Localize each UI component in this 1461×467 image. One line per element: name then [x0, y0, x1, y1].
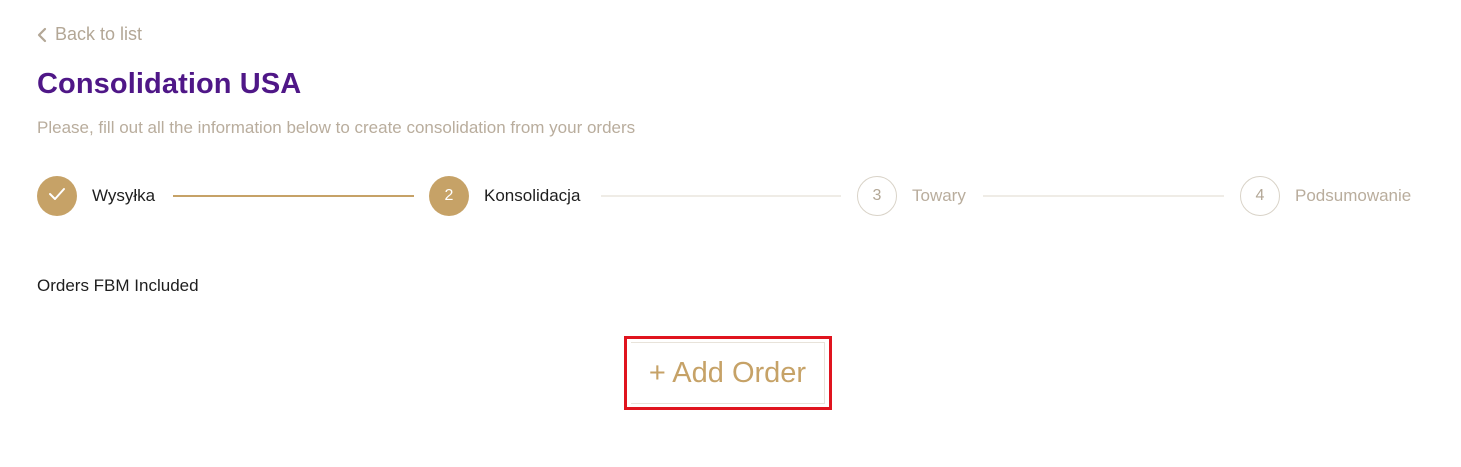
step-label-4: Podsumowanie: [1295, 186, 1412, 205]
orders-section-label: Orders FBM Included: [37, 276, 199, 295]
chevron-left-icon: [37, 27, 47, 43]
step-connector-2: [601, 195, 841, 197]
step-towary[interactable]: 3 Towary: [857, 176, 966, 216]
add-order-highlight: + Add Order: [624, 336, 832, 410]
step-connector-3: [983, 195, 1224, 197]
back-to-list-link[interactable]: Back to list: [37, 24, 142, 45]
step-podsumowanie[interactable]: 4 Podsumowanie: [1240, 176, 1411, 216]
step-konsolidacja[interactable]: 2 Konsolidacja: [429, 176, 580, 216]
step-circle-1: [37, 176, 77, 216]
page-subtitle: Please, fill out all the information bel…: [37, 118, 636, 137]
back-to-list-label: Back to list: [55, 24, 143, 44]
check-icon: [48, 187, 66, 206]
step-circle-3: 3: [857, 176, 897, 216]
step-connector-1: [173, 195, 414, 197]
step-label-2: Konsolidacja: [484, 186, 581, 205]
consolidation-page: Back to list Consolidation USA Please, f…: [0, 0, 1461, 467]
step-circle-4: 4: [1240, 176, 1280, 216]
page-title: Consolidation USA: [37, 68, 302, 100]
step-circle-2: 2: [429, 176, 469, 216]
add-order-button[interactable]: + Add Order: [631, 342, 825, 404]
progress-stepper: Wysyłka 2 Konsolidacja 3 Towary 4 Podsum…: [37, 176, 1427, 216]
step-label-1: Wysyłka: [92, 186, 156, 205]
step-wysylka[interactable]: Wysyłka: [37, 176, 155, 216]
step-label-3: Towary: [912, 186, 966, 205]
